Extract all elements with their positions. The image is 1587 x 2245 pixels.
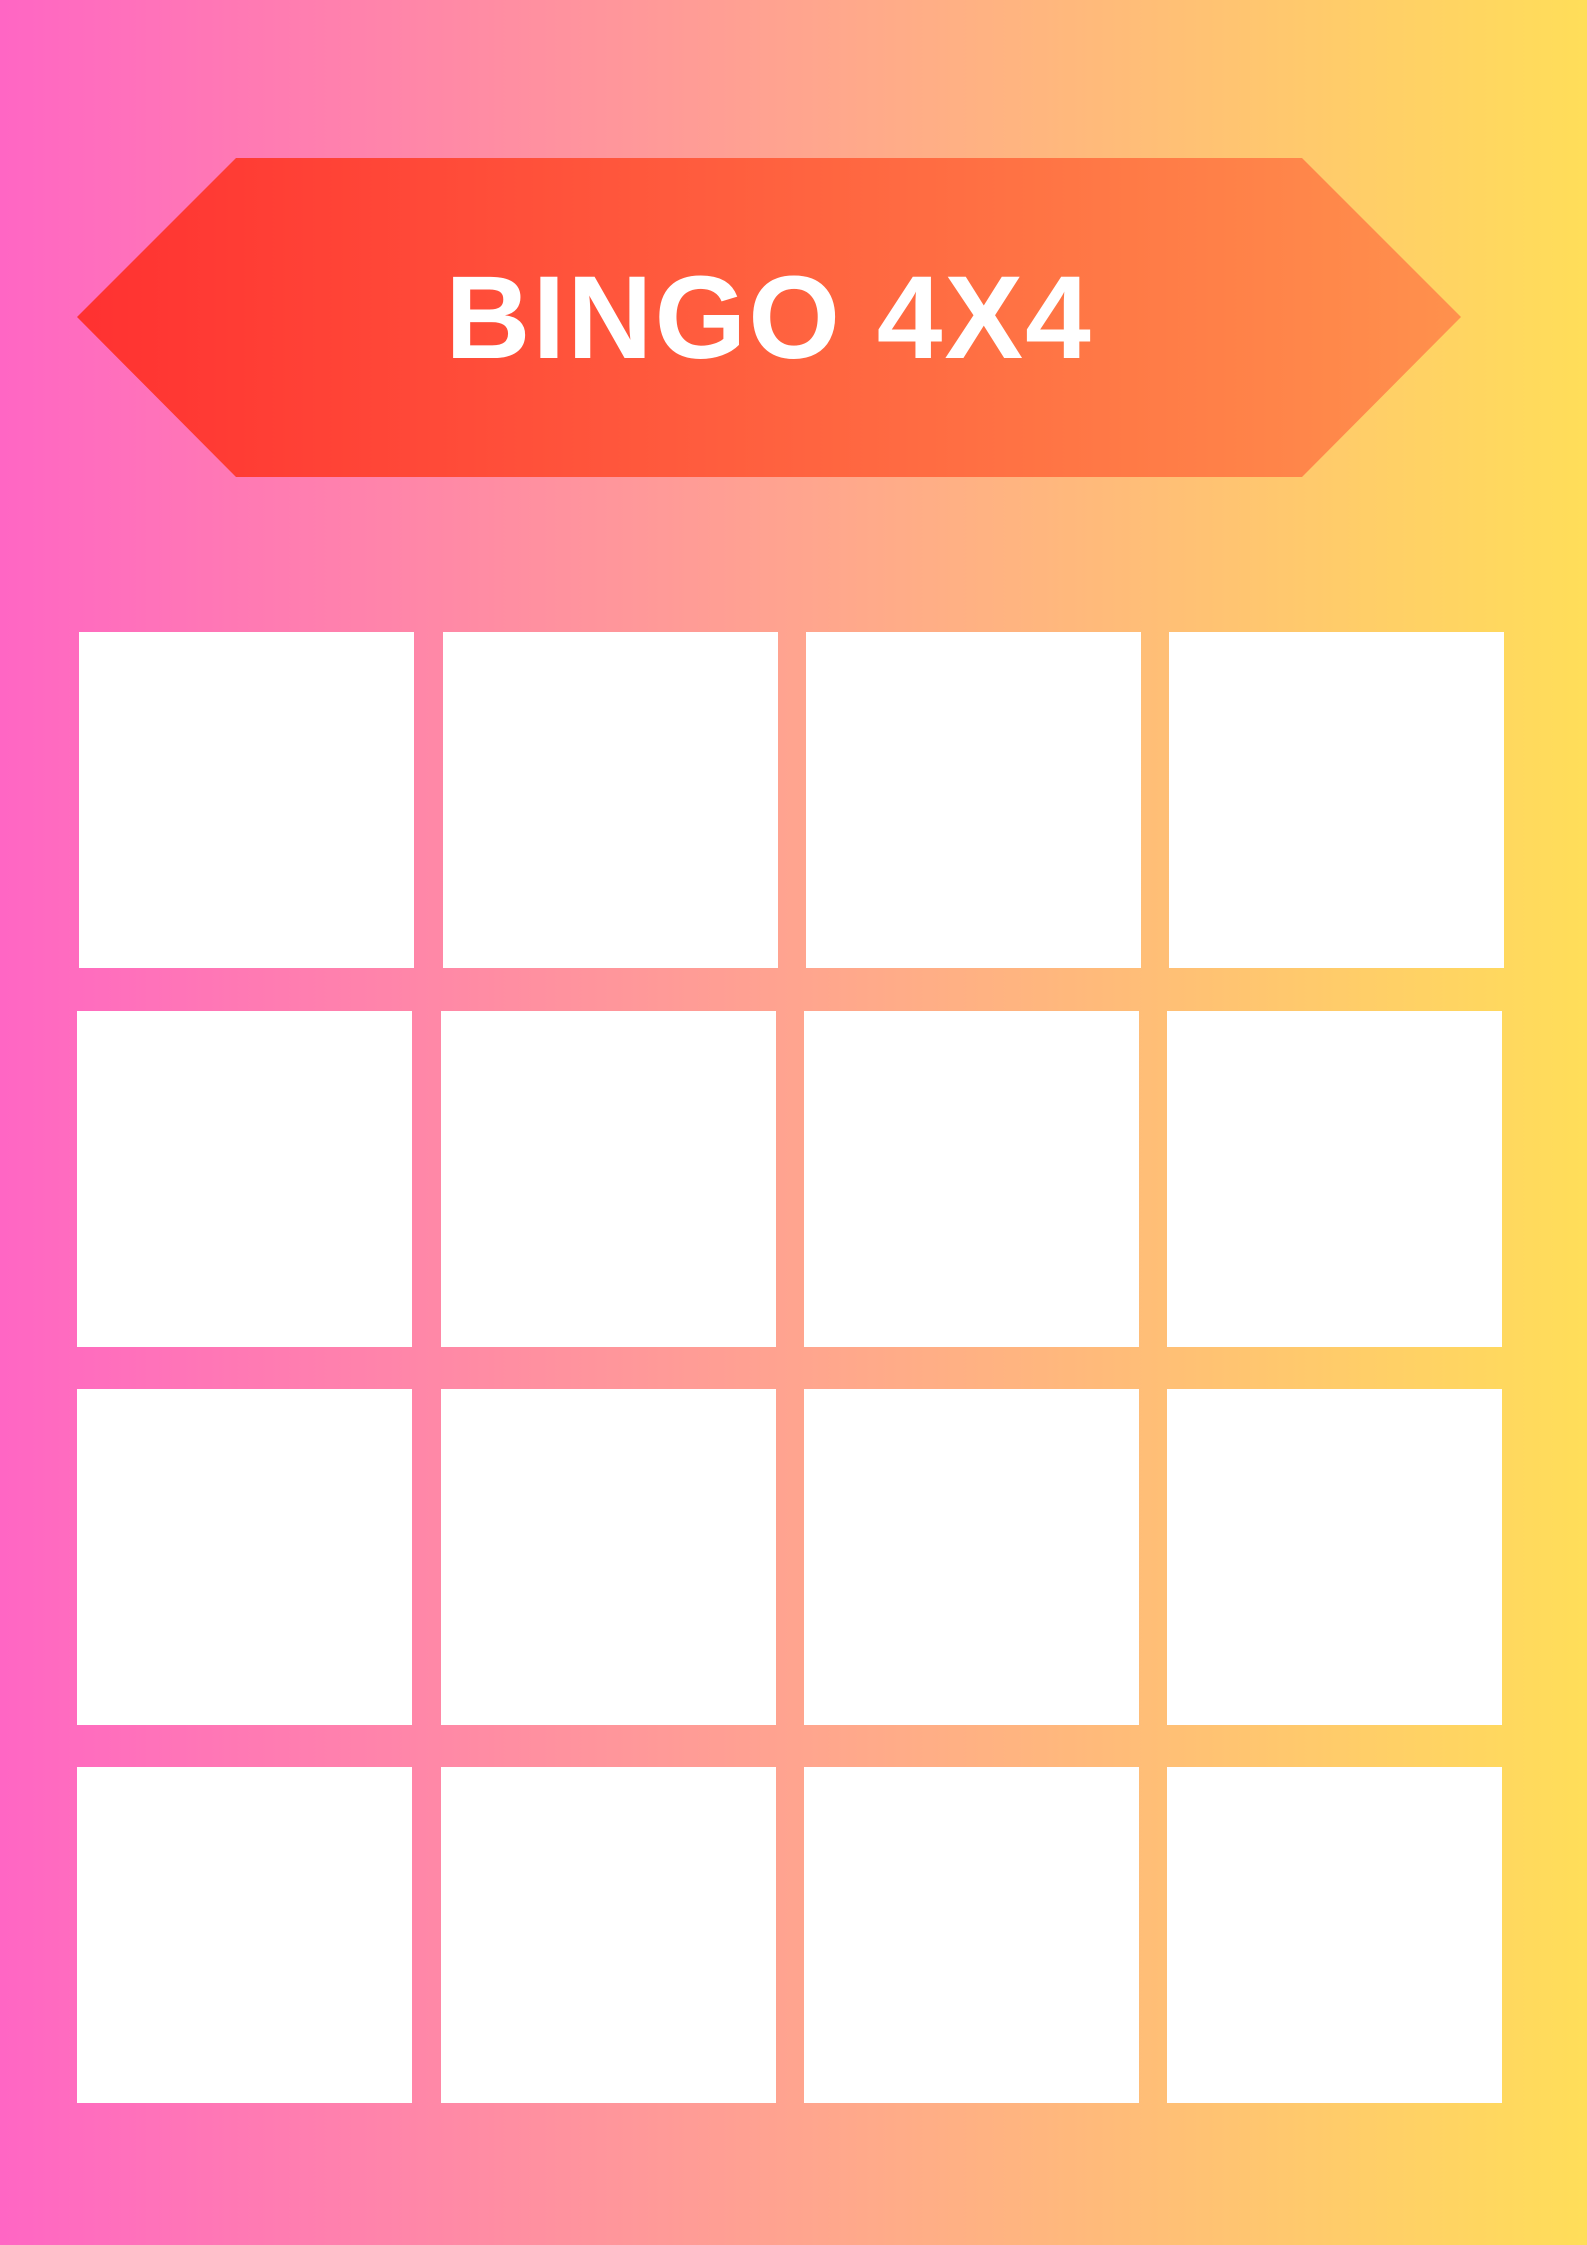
bingo-cell-r1-c4[interactable] xyxy=(1169,632,1504,968)
bingo-cell-r3-c3[interactable] xyxy=(804,1389,1139,1725)
page-title: BINGO 4X4 xyxy=(445,251,1093,384)
bingo-cell-r2-c1[interactable] xyxy=(77,1011,412,1347)
bingo-cell-r4-c2[interactable] xyxy=(441,1767,776,2103)
bingo-cell-r3-c4[interactable] xyxy=(1167,1389,1502,1725)
bingo-cell-r3-c1[interactable] xyxy=(77,1389,412,1725)
bingo-cell-r1-c1[interactable] xyxy=(79,632,414,968)
bingo-cell-r1-c3[interactable] xyxy=(806,632,1141,968)
bingo-cell-r4-c1[interactable] xyxy=(77,1767,412,2103)
bingo-cell-r3-c2[interactable] xyxy=(441,1389,776,1725)
title-banner: BINGO 4X4 xyxy=(77,158,1461,477)
bingo-cell-r2-c4[interactable] xyxy=(1167,1011,1502,1347)
bingo-cell-r4-c4[interactable] xyxy=(1167,1767,1502,2103)
bingo-cell-r4-c3[interactable] xyxy=(804,1767,1139,2103)
bingo-grid xyxy=(77,632,1504,2104)
bingo-cell-r1-c2[interactable] xyxy=(443,632,778,968)
bingo-cell-r2-c3[interactable] xyxy=(804,1011,1139,1347)
bingo-cell-r2-c2[interactable] xyxy=(441,1011,776,1347)
